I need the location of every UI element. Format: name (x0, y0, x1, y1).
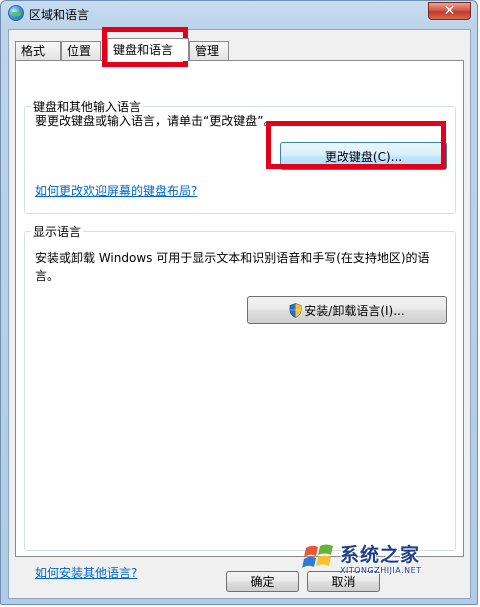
tab-administrative[interactable]: 管理 (189, 41, 229, 60)
tab-formats[interactable]: 格式 (15, 41, 61, 60)
tab-keyboards-languages[interactable]: 键盘和语言 (107, 38, 189, 61)
cancel-button[interactable]: 取消 (307, 571, 380, 592)
uac-shield-icon (289, 302, 302, 318)
dialog-client: 格式 位置 键盘和语言 管理 键盘和其他输入语言 要更改键盘或输入语言，请单击“… (8, 29, 471, 599)
welcome-screen-keyboard-link[interactable]: 如何更改欢迎屏幕的键盘布局? (35, 182, 197, 199)
display-language-groupbox: 显示语言 安装或卸载 Windows 可用于显示文本和识别语音和手写(在支持地区… (24, 223, 456, 551)
install-uninstall-label: 安装/卸载语言(I)... (304, 303, 405, 318)
window-title: 区域和语言 (29, 8, 90, 22)
change-keyboards-button[interactable]: 更改键盘(C)... (280, 142, 447, 170)
keyboards-languages-panel: 键盘和其他输入语言 要更改键盘或输入语言，请单击“更改键盘”。 更改键盘(C).… (15, 60, 464, 580)
display-language-description-2: 言。 (35, 269, 60, 283)
keyboards-groupbox: 键盘和其他输入语言 要更改键盘或输入语言，请单击“更改键盘”。 更改键盘(C).… (24, 98, 456, 214)
keyboards-description: 要更改键盘或输入语言，请单击“更改键盘”。 (35, 114, 276, 128)
display-language-description-1: 安装或卸载 Windows 可用于显示文本和识别语音和手写(在支持地区)的语 (35, 251, 430, 265)
tab-location[interactable]: 位置 (61, 41, 101, 60)
region-language-window: 区域和语言 ✕ 格式 位置 键盘和语言 管理 键盘和其他输入语言 要更改键盘或输… (0, 0, 478, 605)
install-uninstall-languages-button[interactable]: 安装/卸载语言(I)... (247, 296, 447, 324)
ok-button[interactable]: 确定 (226, 571, 299, 592)
globe-icon (8, 5, 24, 21)
install-other-languages-link[interactable]: 如何安装其他语言? (35, 564, 137, 581)
display-language-group-title: 显示语言 (31, 223, 84, 240)
title-bar[interactable]: 区域和语言 ✕ (1, 1, 477, 27)
close-button[interactable]: ✕ (428, 2, 471, 20)
